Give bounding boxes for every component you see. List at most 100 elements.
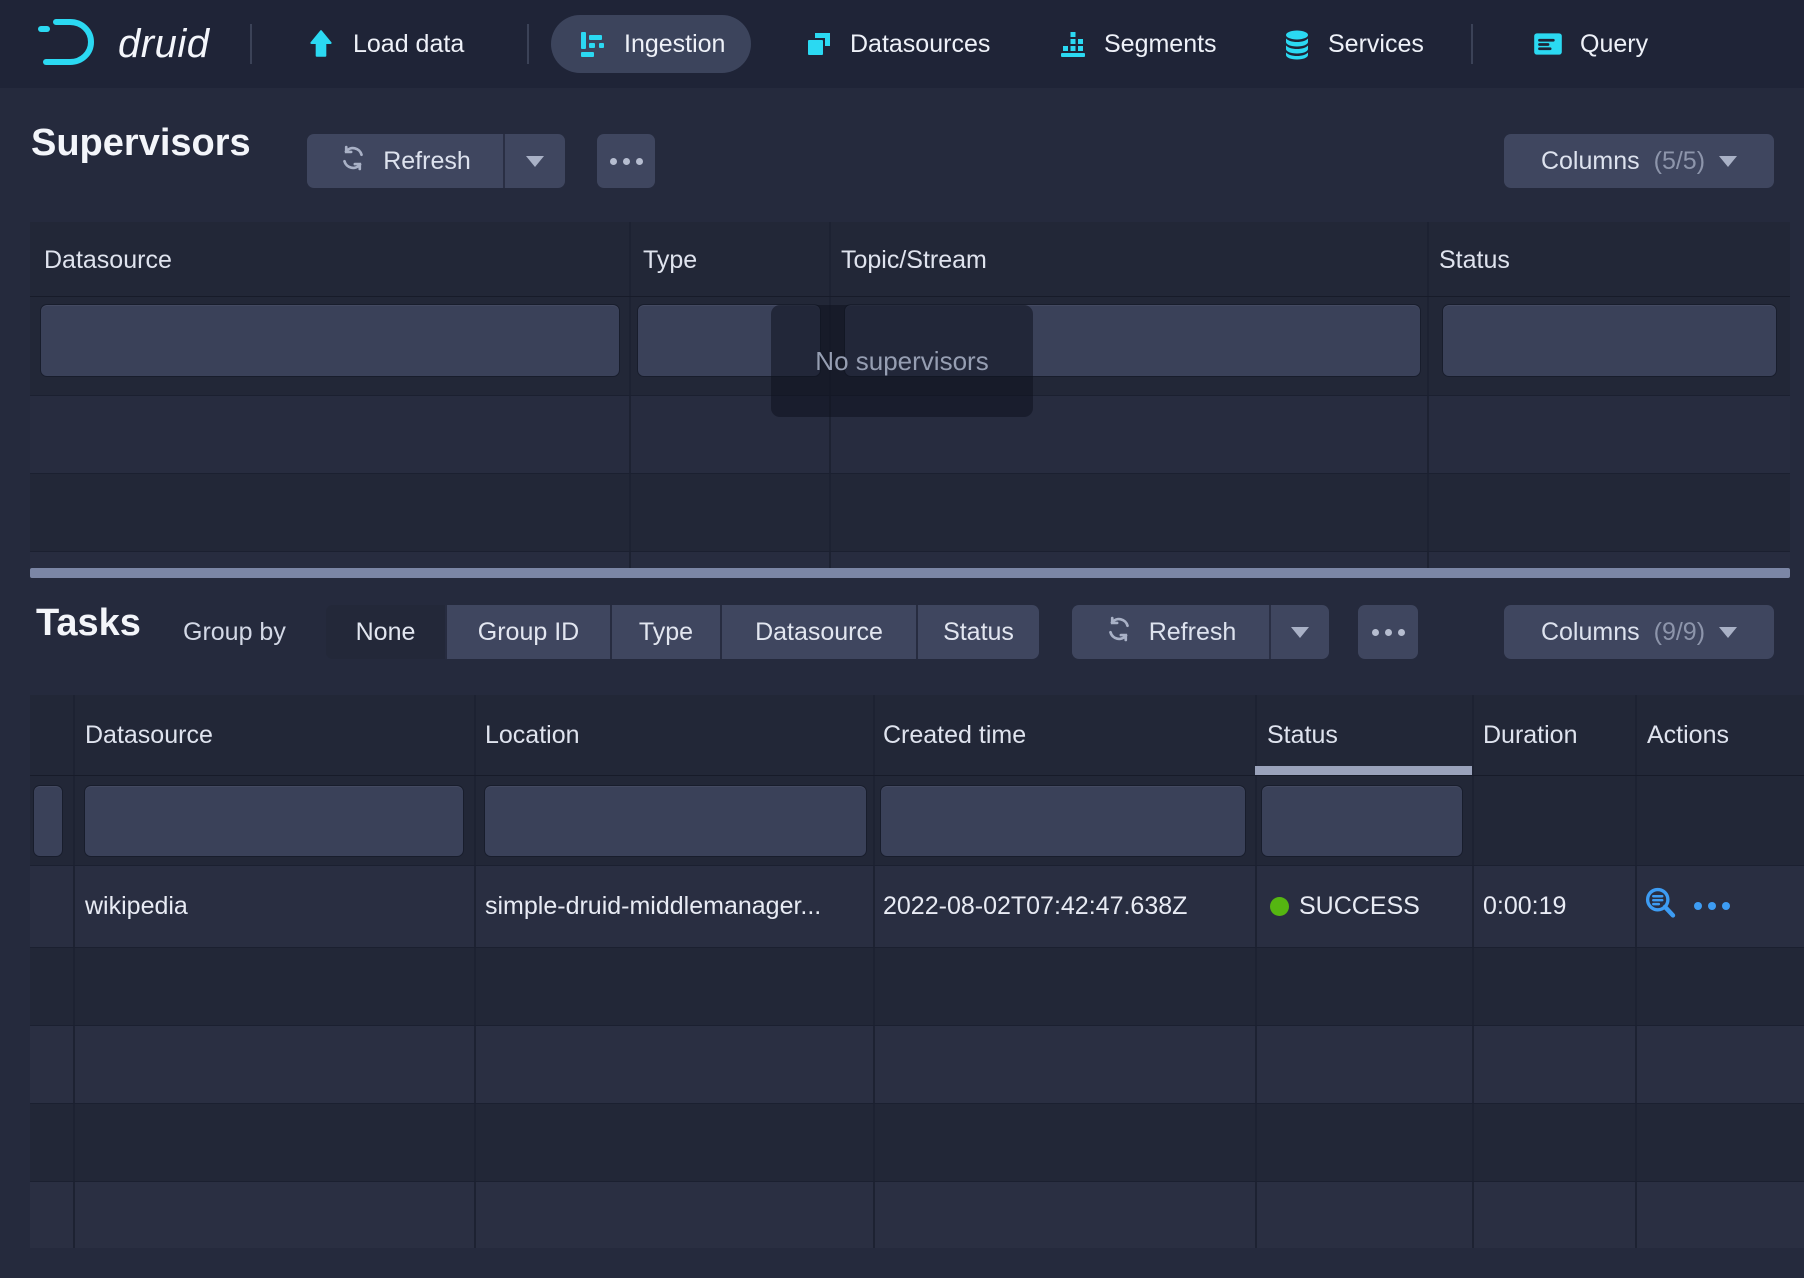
column-header-type[interactable]: Type (643, 246, 697, 275)
column-header-status[interactable]: Status (1267, 721, 1338, 750)
empty-state-message: No supervisors (771, 305, 1033, 417)
columns-count: (9/9) (1654, 618, 1705, 647)
column-header-created-time[interactable]: Created time (883, 721, 1026, 750)
supervisors-columns-button[interactable]: Columns (5/5) (1504, 134, 1774, 188)
segments-icon (1057, 28, 1089, 60)
nav-item-label: Datasources (850, 30, 990, 59)
ellipsis-icon (610, 158, 643, 165)
location-filter-input[interactable] (485, 786, 866, 856)
nav-item-datasources[interactable]: Datasources (799, 0, 994, 88)
nav-divider (250, 24, 252, 64)
nav-item-label: Query (1580, 30, 1648, 59)
column-header-actions[interactable]: Actions (1647, 721, 1729, 750)
nav-item-segments[interactable]: Segments (1053, 0, 1221, 88)
column-divider (73, 695, 75, 1248)
supervisors-more-button[interactable] (597, 134, 655, 188)
task-duration-cell: 0:00:19 (1483, 865, 1566, 947)
column-divider (1472, 695, 1474, 1248)
column-divider (1635, 695, 1637, 1248)
column-header-status[interactable]: Status (1439, 246, 1510, 275)
task-details-magnifier-icon[interactable] (1642, 885, 1678, 928)
row-divider (30, 1181, 1804, 1182)
sort-indicator (1255, 766, 1472, 775)
task-status-cell: SUCCESS (1270, 865, 1420, 947)
status-filter-input[interactable] (1443, 305, 1776, 376)
tasks-title: Tasks (36, 602, 141, 645)
datasources-icon (803, 28, 835, 60)
services-icon (1281, 28, 1313, 60)
ellipsis-icon (1372, 629, 1405, 636)
tasks-refresh-button[interactable]: Refresh (1072, 605, 1269, 659)
columns-label: Columns (1541, 618, 1640, 647)
narrow-column-filter-input[interactable] (34, 786, 62, 856)
table-row (30, 1025, 1804, 1103)
group-by-status-button[interactable]: Status (916, 605, 1039, 659)
nav-item-label: Ingestion (624, 30, 725, 59)
column-header-datasource[interactable]: Datasource (44, 246, 172, 275)
druid-logo[interactable]: druid (36, 0, 209, 88)
nav-divider (1471, 24, 1473, 64)
supervisors-refresh-split: Refresh (307, 134, 565, 188)
group-by-datasource-button[interactable]: Datasource (720, 605, 916, 659)
supervisors-refresh-button[interactable]: Refresh (307, 134, 503, 188)
header-divider (30, 775, 1804, 776)
refresh-icon (339, 144, 367, 179)
status-text: SUCCESS (1299, 892, 1420, 921)
column-header-duration[interactable]: Duration (1483, 721, 1578, 750)
group-by-button-group: None Group ID Type Datasource Status (326, 605, 1039, 659)
nav-item-label: Services (1328, 30, 1424, 59)
group-by-none-button[interactable]: None (326, 605, 445, 659)
chevron-down-icon (1719, 156, 1737, 167)
task-row-more-actions-icon[interactable] (1694, 902, 1730, 910)
tasks-table: Datasource Location Created time Status … (30, 695, 1804, 1248)
top-nav: druid Load data Ingestio (0, 0, 1804, 88)
columns-count: (5/5) (1654, 147, 1705, 176)
row-divider (30, 551, 1790, 552)
refresh-icon (1105, 615, 1133, 650)
group-by-group-id-button[interactable]: Group ID (445, 605, 610, 659)
upload-icon (304, 27, 338, 61)
druid-logo-icon (36, 15, 102, 74)
task-created-time-cell: 2022-08-02T07:42:47.638Z (883, 865, 1187, 947)
refresh-label: Refresh (383, 147, 471, 176)
task-actions-cell (1642, 865, 1730, 947)
tasks-refresh-dropdown-button[interactable] (1269, 605, 1329, 659)
supervisors-table: Datasource Type Topic/Stream Status No s… (30, 222, 1790, 568)
nav-item-services[interactable]: Services (1277, 0, 1428, 88)
nav-item-label: Load data (353, 30, 464, 59)
nav-item-ingestion[interactable]: Ingestion (551, 15, 751, 73)
columns-label: Columns (1541, 147, 1640, 176)
nav-item-load-data[interactable]: Load data (300, 0, 468, 88)
datasource-filter-input[interactable] (85, 786, 463, 856)
status-filter-input[interactable] (1262, 786, 1462, 856)
nav-divider (527, 24, 529, 64)
group-by-type-button[interactable]: Type (610, 605, 720, 659)
tasks-columns-button[interactable]: Columns (9/9) (1504, 605, 1774, 659)
refresh-label: Refresh (1149, 618, 1237, 647)
column-header-datasource[interactable]: Datasource (85, 721, 213, 750)
row-divider (30, 947, 1804, 948)
supervisors-refresh-dropdown-button[interactable] (503, 134, 565, 188)
tasks-more-button[interactable] (1358, 605, 1418, 659)
chevron-down-icon (526, 156, 544, 167)
chevron-down-icon (1291, 627, 1309, 638)
nav-item-label: Segments (1104, 30, 1217, 59)
column-divider (1255, 695, 1257, 1248)
column-header-location[interactable]: Location (485, 721, 580, 750)
row-divider (30, 473, 1790, 474)
created-time-filter-input[interactable] (881, 786, 1245, 856)
task-location-cell: simple-druid-middlemanager... (485, 865, 821, 947)
supervisors-title: Supervisors (31, 122, 251, 165)
table-row (30, 1181, 1804, 1248)
group-by-label: Group by (183, 618, 286, 647)
column-header-topic-stream[interactable]: Topic/Stream (841, 246, 987, 275)
nav-item-query[interactable]: Query (1527, 0, 1652, 88)
query-icon (1531, 27, 1565, 61)
datasource-filter-input[interactable] (41, 305, 619, 376)
supervisors-horizontal-scrollbar[interactable] (30, 568, 1790, 578)
tasks-refresh-split: Refresh (1072, 605, 1329, 659)
column-divider (474, 695, 476, 1248)
task-datasource-cell: wikipedia (85, 865, 188, 947)
header-divider (30, 296, 1790, 297)
ingestion-icon (577, 28, 609, 60)
